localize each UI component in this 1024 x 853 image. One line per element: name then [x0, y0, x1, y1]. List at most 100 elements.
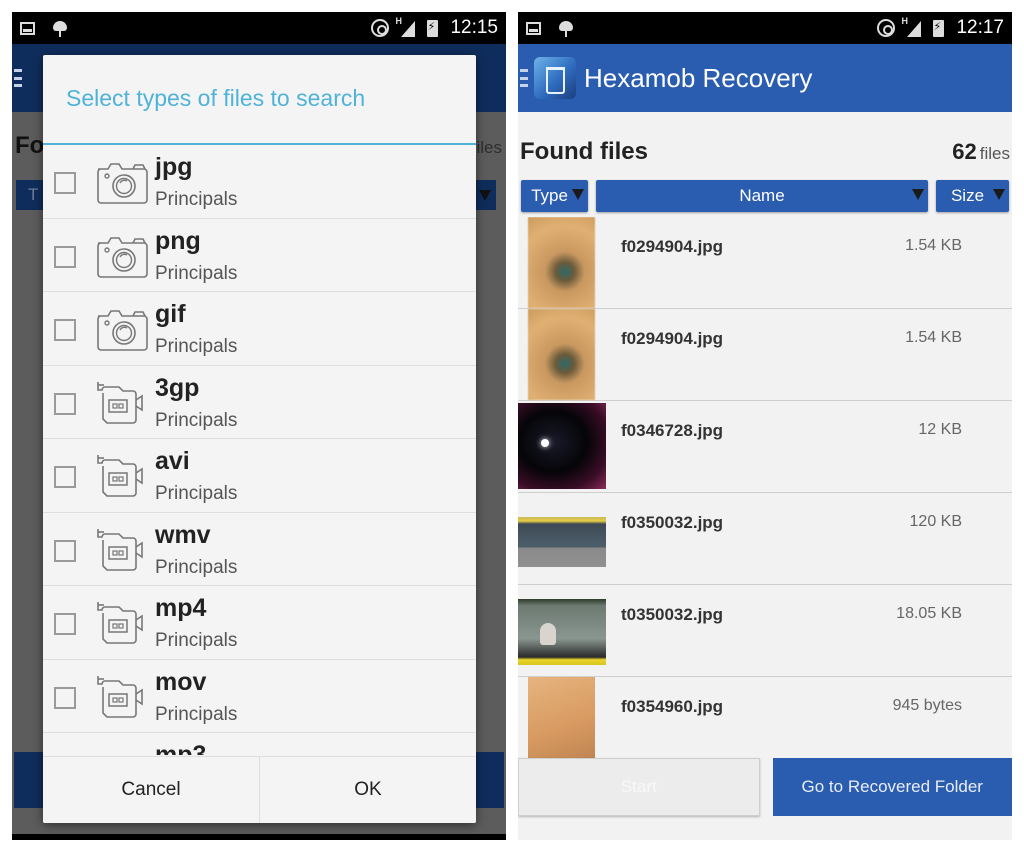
file-size: 945 bytes — [892, 697, 962, 714]
file-name: f0294904.jpg — [621, 237, 724, 256]
file-name: f0354960.jpg — [621, 697, 724, 716]
file-row[interactable]: f0350032.jpg 120 KB — [518, 493, 1012, 585]
file-size: 12 KB — [918, 421, 962, 438]
thumbnail-image — [528, 309, 595, 400]
file-list[interactable]: f0294904.jpg 1.54 KB f0294904.jpg 1.54 KB f0… — [518, 217, 1012, 760]
audio-icon — [95, 747, 149, 755]
file-thumbnail — [518, 585, 606, 676]
file-type-item[interactable]: mp3 — [43, 733, 476, 755]
file-name: f0294904.jpg — [621, 329, 724, 348]
sort-type-button[interactable]: Type — [521, 180, 588, 212]
file-size: 1.54 KB — [905, 329, 962, 346]
sort-bar: Type Name Size — [521, 180, 1009, 214]
file-thumbnail — [518, 401, 606, 492]
files-count-unit: files — [979, 144, 1010, 163]
file-type-item[interactable]: mp4 Principals — [43, 586, 476, 660]
file-type-item[interactable]: gif Principals — [43, 292, 476, 366]
file-type-item[interactable]: wmv Principals — [43, 513, 476, 586]
file-type-item[interactable]: mov Principals — [43, 660, 476, 733]
dialog-title: Select types of files to search — [66, 85, 366, 111]
file-type-item[interactable]: 3gp Principals — [43, 366, 476, 439]
right-screen: H 12:17 Hexamob Recovery Found files 62f… — [518, 12, 1012, 840]
file-type-item[interactable]: avi Principals — [43, 439, 476, 513]
files-count-partial: iles — [476, 138, 502, 157]
checkbox[interactable] — [54, 686, 76, 709]
dialog-buttons: Cancel OK — [43, 756, 476, 823]
camera-icon — [95, 159, 149, 205]
file-type-name: gif — [155, 300, 186, 328]
checkbox[interactable] — [54, 392, 76, 415]
status-time: 12:17 — [956, 17, 1004, 38]
thumbnail-image — [518, 403, 606, 489]
video-camera-icon — [95, 674, 149, 720]
image-icon — [526, 21, 541, 35]
file-type-category: Principals — [155, 483, 238, 504]
file-name: t0350032.jpg — [621, 605, 724, 624]
file-type-item[interactable]: jpg Principals — [43, 145, 476, 219]
sort-size-button — [474, 180, 496, 210]
status-bar: H 12:15 — [12, 12, 506, 44]
file-name: f0346728.jpg — [621, 421, 724, 440]
file-type-name: mov — [155, 667, 207, 696]
file-type-name: mp4 — [155, 594, 207, 622]
ok-button[interactable]: OK — [259, 757, 476, 823]
menu-icon[interactable] — [520, 69, 528, 87]
files-count: 62 files — [952, 139, 1010, 165]
hotspot-icon — [371, 19, 390, 37]
signal-icon: H — [901, 16, 922, 37]
checkbox[interactable] — [54, 245, 76, 268]
app-title: Hexamob Recovery — [584, 62, 813, 93]
file-row[interactable]: f0346728.jpg 12 KB — [518, 401, 1012, 493]
file-type-item[interactable]: png Principals — [43, 219, 476, 292]
start-button[interactable]: Start — [518, 758, 760, 816]
found-files-title-partial: Fo — [15, 132, 45, 159]
file-size: 18.05 KB — [896, 605, 962, 622]
android-icon — [559, 19, 573, 37]
sort-name-label: Name — [739, 186, 785, 205]
sort-name-button[interactable]: Name — [596, 180, 928, 212]
status-bar: H 12:17 — [518, 12, 1012, 44]
files-count-value: 62 — [952, 139, 977, 164]
checkbox[interactable] — [54, 172, 76, 194]
thumbnail-image — [528, 217, 595, 308]
file-type-dialog: Select types of files to search jpg Princ… — [43, 55, 476, 823]
file-type-list[interactable]: jpg Principals png Principals gif Principals 3… — [43, 145, 476, 755]
file-thumbnail — [518, 309, 606, 400]
sort-type-label: Type — [531, 186, 568, 205]
cancel-button[interactable]: Cancel — [43, 757, 259, 823]
file-type-name: wmv — [155, 520, 211, 549]
sort-size-button[interactable]: Size — [936, 180, 1009, 212]
file-type-category: Principals — [155, 189, 238, 210]
file-row[interactable]: t0350032.jpg 18.05 KB — [518, 585, 1012, 677]
nav-bar-edge — [12, 834, 506, 840]
dropdown-arrow-icon — [993, 189, 1005, 200]
checkbox[interactable] — [54, 539, 76, 562]
sort-size-label: Size — [950, 186, 985, 205]
checkbox[interactable] — [54, 466, 76, 488]
go-to-recovered-folder-button[interactable]: Go to Recovered Folder — [772, 758, 1012, 816]
android-icon — [53, 19, 67, 37]
file-thumbnail — [518, 493, 606, 584]
thumbnail-image — [518, 517, 606, 567]
file-row[interactable]: f0294904.jpg 1.54 KB — [518, 309, 1012, 401]
menu-icon[interactable] — [14, 69, 22, 87]
checkbox[interactable] — [54, 319, 76, 341]
file-type-category: Principals — [155, 630, 238, 651]
file-type-name: mp3 — [155, 741, 207, 755]
file-row[interactable]: f0354960.jpg 945 bytes — [518, 677, 1012, 760]
checkbox[interactable] — [54, 613, 76, 635]
dropdown-arrow-icon — [912, 189, 924, 200]
battery-charging-icon — [933, 19, 945, 37]
found-files-header: Found files 62 files — [518, 132, 1012, 172]
sort-type-label: T — [28, 185, 39, 204]
battery-charging-icon — [427, 19, 439, 37]
app-logo-icon[interactable] — [534, 57, 576, 99]
left-screen: H 12:15 Fo iles T Select types of files … — [12, 12, 506, 840]
file-type-category: Principals — [155, 703, 238, 725]
thumbnail-image — [518, 599, 606, 665]
thumbnail-image — [528, 677, 595, 760]
file-thumbnail — [518, 217, 606, 308]
signal-icon: H — [395, 16, 416, 37]
file-row[interactable]: f0294904.jpg 1.54 KB — [518, 217, 1012, 309]
file-type-name: jpg — [155, 153, 193, 181]
